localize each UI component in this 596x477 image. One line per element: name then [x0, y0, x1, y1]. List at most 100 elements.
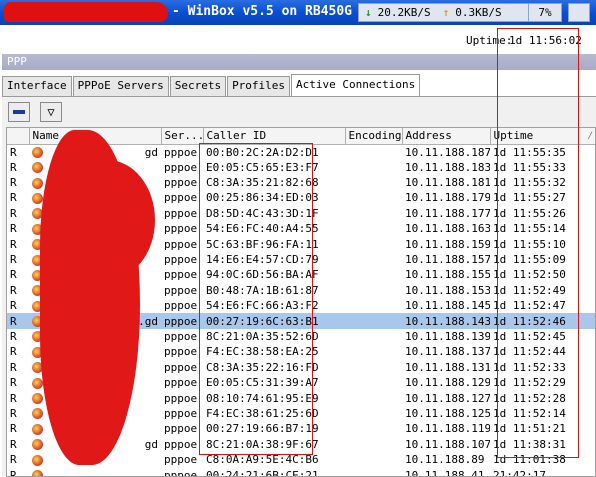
- ppp-tabs: Interface PPPoE Servers Secrets Profiles…: [2, 74, 421, 96]
- row-flag: R: [10, 453, 17, 467]
- row-flag: R: [10, 253, 17, 267]
- row-encoding: [345, 221, 402, 236]
- table-row[interactable]: Rpppoe D8:5D:4C:43:3D:1F 10.11.188.177 1d 1…: [7, 206, 595, 221]
- ppp-window-title[interactable]: PPP: [2, 54, 596, 70]
- row-flag: R: [10, 268, 17, 282]
- name-column-header[interactable]: Name: [29, 128, 162, 145]
- table-row[interactable]: Rgd pppoe 8C:21:0A:38:9F:67 10.11.188.107 1d…: [7, 437, 595, 452]
- row-address: 10.11.188.163: [405, 222, 490, 236]
- service-column-header[interactable]: Ser...: [161, 128, 204, 145]
- title-bar[interactable]: - WinBox v5.5 on RB450G ↓ 20.2KB/S ↑ 0.3KB…: [0, 0, 596, 25]
- row-service: pppoe: [164, 268, 198, 282]
- tab-interface[interactable]: Interface: [2, 76, 72, 96]
- connection-icon: [32, 377, 43, 389]
- row-flag: R: [10, 222, 17, 236]
- row-encoding: [345, 390, 402, 405]
- traffic-indicator: ↓ 20.2KB/S ↑ 0.3KB/S: [358, 3, 556, 22]
- table-row[interactable]: Rpppoe C8:0A:A9:5E:4C:B6 10.11.188.89 1d 11…: [7, 452, 595, 467]
- table-header: Name Ser... Caller ID Encoding Address U…: [7, 128, 595, 145]
- row-address: 10.11.188.157: [405, 253, 490, 267]
- row-encoding: [345, 344, 402, 359]
- tab-active-connections[interactable]: Active Connections: [291, 74, 421, 96]
- row-flag: R: [10, 299, 17, 313]
- uptime-header-label: Uptime: [493, 128, 534, 142]
- row-service: pppoe: [164, 191, 198, 205]
- table-row[interactable]: Rgd pppoe 00:B0:2C:2A:D2:D1 10.11.188.187 1d…: [7, 144, 595, 160]
- row-flag: R: [10, 360, 17, 374]
- table-row[interactable]: Rw.gd pppoe 00:27:19:6C:63:B1 10.11.188.143…: [7, 313, 595, 329]
- table-row[interactable]: Rpppoe B0:48:7A:1B:61:87 10.11.188.153 1d 1…: [7, 283, 595, 298]
- table-row[interactable]: Rpppoe 14:E6:E4:57:CD:79 10.11.188.157 1d 1…: [7, 252, 595, 267]
- cpu-usage: 7%: [528, 3, 562, 22]
- row-name: [29, 221, 161, 236]
- table-row[interactable]: Rpppoe E0:05:C5:31:39:A7 10.11.188.129 1d 1…: [7, 375, 595, 390]
- row-name: [29, 206, 161, 221]
- table-row[interactable]: Rpppoe 54:E6:FC:40:A4:55 10.11.188.163 1d 1…: [7, 221, 595, 236]
- row-address: 10.11.188.187: [405, 145, 490, 159]
- table-row[interactable]: Rpppoe 94:0C:6D:56:BA:AF 10.11.188.155 1d 1…: [7, 267, 595, 282]
- row-name: [29, 406, 161, 421]
- uptime-column-header[interactable]: Uptime ⁄: [490, 128, 595, 145]
- filter-button[interactable]: ▽: [40, 102, 62, 122]
- connection-icon: [32, 162, 43, 174]
- tab-secrets[interactable]: Secrets: [169, 76, 227, 96]
- table-row[interactable]: Rpppoe 8C:21:0A:35:52:6D 10.11.188.139 1d 1…: [7, 329, 595, 344]
- table-row[interactable]: Rpppoe C8:3A:35:22:16:FD 10.11.188.131 1d 1…: [7, 360, 595, 375]
- table-row[interactable]: Rpppoe 08:10:74:61:95:E9 10.11.188.127 1d 1…: [7, 390, 595, 405]
- row-flag: R: [10, 283, 17, 297]
- row-service: pppoe: [164, 206, 198, 220]
- row-encoding: [345, 329, 402, 344]
- row-service: pppoe: [164, 283, 198, 297]
- table-row[interactable]: Rpppoe F4:EC:38:61:25:6D 10.11.188.125 1d 1…: [7, 406, 595, 421]
- row-service: pppoe: [164, 453, 198, 467]
- row-name: gd: [29, 144, 161, 160]
- row-service: pppoe: [164, 345, 198, 359]
- row-flag: R: [10, 406, 17, 420]
- remove-button[interactable]: [8, 102, 30, 122]
- row-address: 10.11.188.125: [405, 406, 490, 420]
- connection-icon: [32, 408, 43, 420]
- row-uptime: 1d 11:55:27: [493, 191, 566, 205]
- table-row[interactable]: Rpppoe E0:05:C5:65:E3:F7 10.11.188.183 1d 1…: [7, 160, 595, 175]
- row-uptime: 1d 11:55:33: [493, 160, 566, 174]
- flag-column-header[interactable]: [7, 128, 30, 145]
- row-flag: R: [10, 191, 17, 205]
- row-name: [29, 360, 161, 375]
- connection-icon: [32, 147, 43, 158]
- row-encoding: [345, 452, 402, 467]
- row-address: 10.11.188.179: [405, 191, 490, 205]
- table-row[interactable]: Rpppoe 5C:63:BF:96:FA:11 10.11.188.159 1d 1…: [7, 236, 595, 251]
- table-row[interactable]: Rpppoe C8:3A:35:21:82:68 10.11.188.181 1d 1…: [7, 175, 595, 190]
- tab-profiles[interactable]: Profiles: [227, 76, 291, 96]
- row-caller-id: 00:B0:2C:2A:D2:D1: [206, 145, 319, 159]
- row-service: pppoe: [164, 376, 198, 390]
- row-name-text: gd: [144, 145, 158, 159]
- table-row[interactable]: Rpppoe 00:25:86:34:ED:03 10.11.188.179 1d 1…: [7, 190, 595, 205]
- row-caller-id: 00:27:19:6C:63:B1: [203, 313, 345, 329]
- row-caller-id: 54:E6:FC:66:A3:F2: [206, 299, 319, 313]
- row-flag: R: [7, 313, 29, 329]
- address-column-header[interactable]: Address: [402, 128, 491, 145]
- table-row[interactable]: Rpppoe 54:E6:FC:66:A3:F2 10.11.188.145 1d 1…: [7, 298, 595, 313]
- row-address: 10.11.188.159: [405, 237, 490, 251]
- row-uptime: 1d 11:52:50: [493, 268, 566, 282]
- row-encoding: [345, 406, 402, 421]
- caller-id-column-header[interactable]: Caller ID: [203, 128, 346, 145]
- window-title: - WinBox v5.5 on RB450G: [172, 4, 353, 19]
- row-flag: R: [10, 206, 17, 220]
- window-button[interactable]: [568, 3, 590, 22]
- row-caller-id: E0:05:C5:65:E3:F7: [206, 160, 319, 174]
- table-row[interactable]: Rpppoe F4:EC:38:58:EA:25 10.11.188.137 1d 1…: [7, 344, 595, 359]
- row-caller-id: 54:E6:FC:40:A4:55: [206, 222, 319, 236]
- row-caller-id: 94:0C:6D:56:BA:AF: [206, 268, 319, 282]
- table-row[interactable]: Rpppoe 00:27:19:66:B7:19 10.11.188.119 1d 1…: [7, 421, 595, 436]
- tab-pppoe-servers[interactable]: PPPoE Servers: [72, 76, 169, 96]
- encoding-column-header[interactable]: Encoding: [345, 128, 403, 145]
- connection-icon: [32, 362, 43, 374]
- row-encoding: [345, 160, 402, 175]
- row-uptime: 1d 11:52:49: [493, 283, 566, 297]
- connection-icon: [32, 393, 43, 405]
- connection-icon: [32, 285, 43, 297]
- row-name: [29, 236, 161, 251]
- row-service: pppoe: [164, 222, 198, 236]
